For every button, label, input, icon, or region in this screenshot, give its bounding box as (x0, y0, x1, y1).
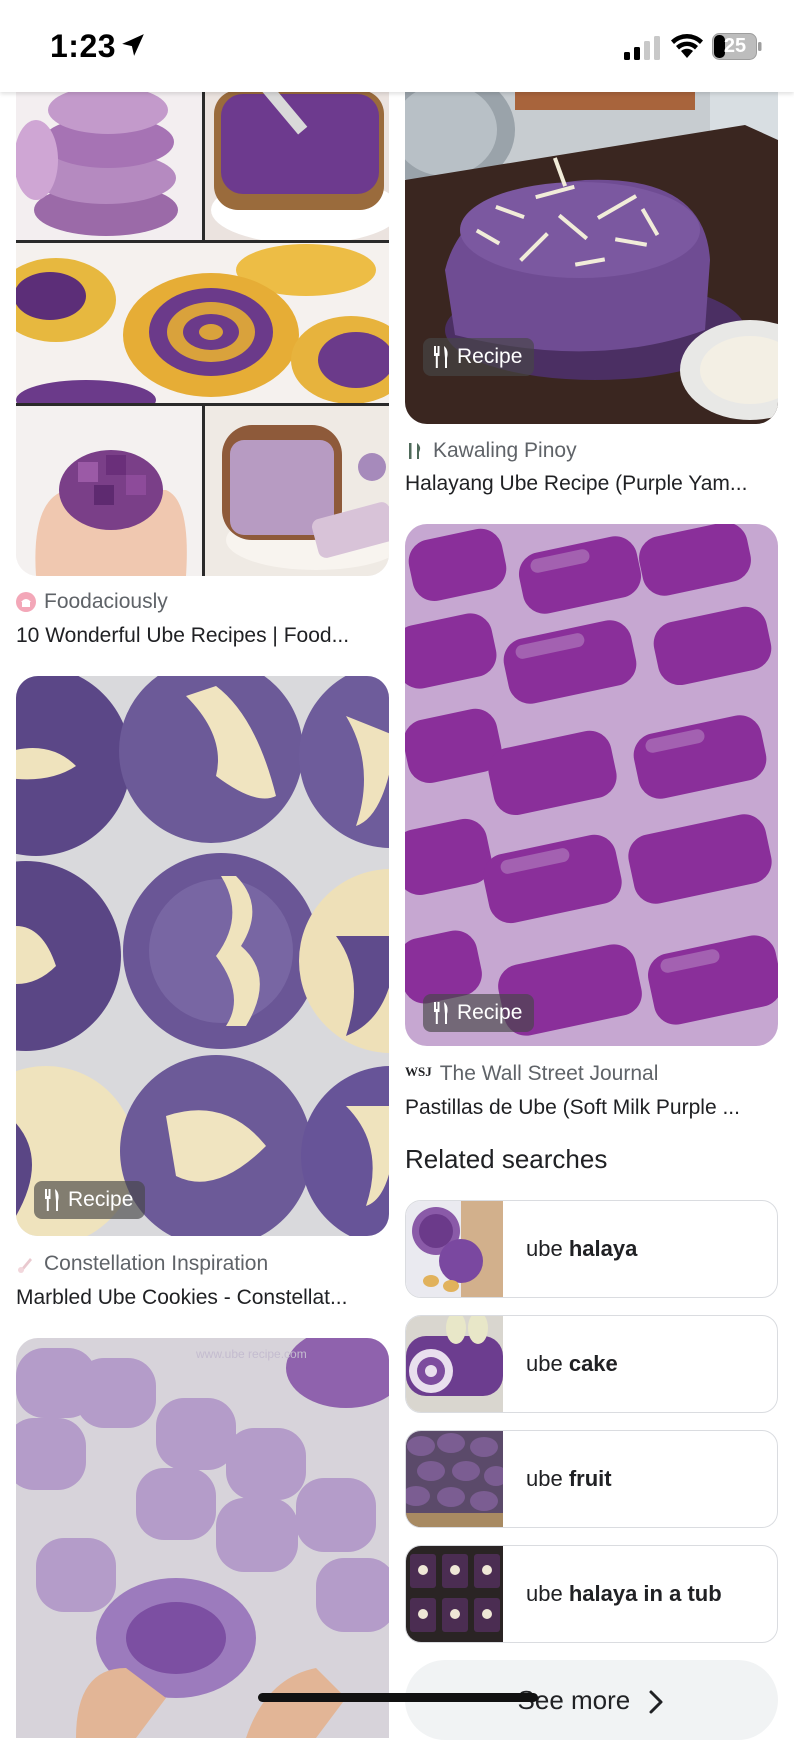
related-thumbnail (406, 1431, 503, 1527)
related-search-ube-halaya[interactable]: ube halaya (405, 1200, 778, 1298)
fork-knife-icon (45, 1189, 59, 1211)
brush-logo-icon (18, 1258, 32, 1273)
related-search-label: ube halaya in a tub (526, 1581, 722, 1606)
pin-source[interactable]: Foodaciously (16, 590, 168, 614)
pin-source-name: The Wall Street Journal (439, 1062, 659, 1085)
pin-source[interactable]: Constellation Inspiration (16, 1252, 268, 1276)
pin-title[interactable]: 10 Wonderful Ube Recipes | Food... (16, 624, 386, 648)
pin-source-name: Kawaling Pinoy (433, 439, 577, 462)
recipe-badge-label: Recipe (68, 1188, 134, 1211)
wsj-logo-icon: WSJ (405, 1064, 432, 1079)
cell-signal-icon (624, 36, 660, 60)
related-search-ube-fruit[interactable]: ube fruit (405, 1430, 778, 1528)
recipe-badge-label: Recipe (457, 1001, 523, 1024)
related-thumbnail (406, 1201, 503, 1297)
recipe-badge: Recipe (423, 994, 535, 1032)
related-search-label: ube halaya (526, 1236, 638, 1261)
pin-image[interactable]: Recipe (405, 524, 778, 1046)
chevron-right-icon (649, 1690, 663, 1714)
fork-knife-icon (434, 1002, 448, 1024)
pin-title[interactable]: Halayang Ube Recipe (Purple Yam... (405, 472, 778, 496)
status-bar: 1:23 25 (0, 0, 794, 92)
svg-text:www.ube recipe.com: www.ube recipe.com (195, 1347, 307, 1361)
related-searches-title: Related searches (405, 1144, 608, 1174)
pin-image[interactable] (16, 70, 389, 576)
pin-source[interactable]: WSJ The Wall Street Journal (405, 1062, 658, 1086)
pin-image[interactable]: Recipe (16, 676, 389, 1236)
status-time: 1:23 (50, 28, 117, 64)
related-search-ube-cake[interactable]: ube cake (405, 1315, 778, 1413)
recipe-badge: Recipe (423, 338, 535, 376)
battery-level: 25 (723, 35, 747, 57)
related-search-label: ube cake (526, 1351, 618, 1376)
recipe-badge-label: Recipe (457, 345, 523, 368)
wifi-icon (671, 34, 703, 58)
related-search-ube-halaya-in-a-tub[interactable]: ube halaya in a tub (405, 1545, 778, 1643)
related-search-label: ube fruit (526, 1466, 612, 1491)
related-thumbnail (406, 1546, 503, 1642)
recipe-badge: Recipe (34, 1181, 146, 1219)
pin-image[interactable]: Recipe (405, 70, 778, 424)
utensils-logo-icon (409, 443, 421, 459)
pin-image[interactable]: www.ube recipe.com (16, 1338, 389, 1738)
location-arrow-icon (122, 34, 144, 56)
cupcake-icon (16, 592, 36, 612)
pin-source-name: Constellation Inspiration (44, 1252, 269, 1275)
related-thumbnail (406, 1316, 503, 1412)
home-indicator[interactable] (258, 1693, 538, 1702)
pin-title[interactable]: Pastillas de Ube (Soft Milk Purple ... (405, 1096, 778, 1120)
fork-knife-icon (434, 346, 448, 368)
pin-source[interactable]: Kawaling Pinoy (405, 439, 577, 463)
pin-source-name: Foodaciously (44, 590, 168, 613)
pin-title[interactable]: Marbled Ube Cookies - Constellat... (16, 1286, 386, 1310)
